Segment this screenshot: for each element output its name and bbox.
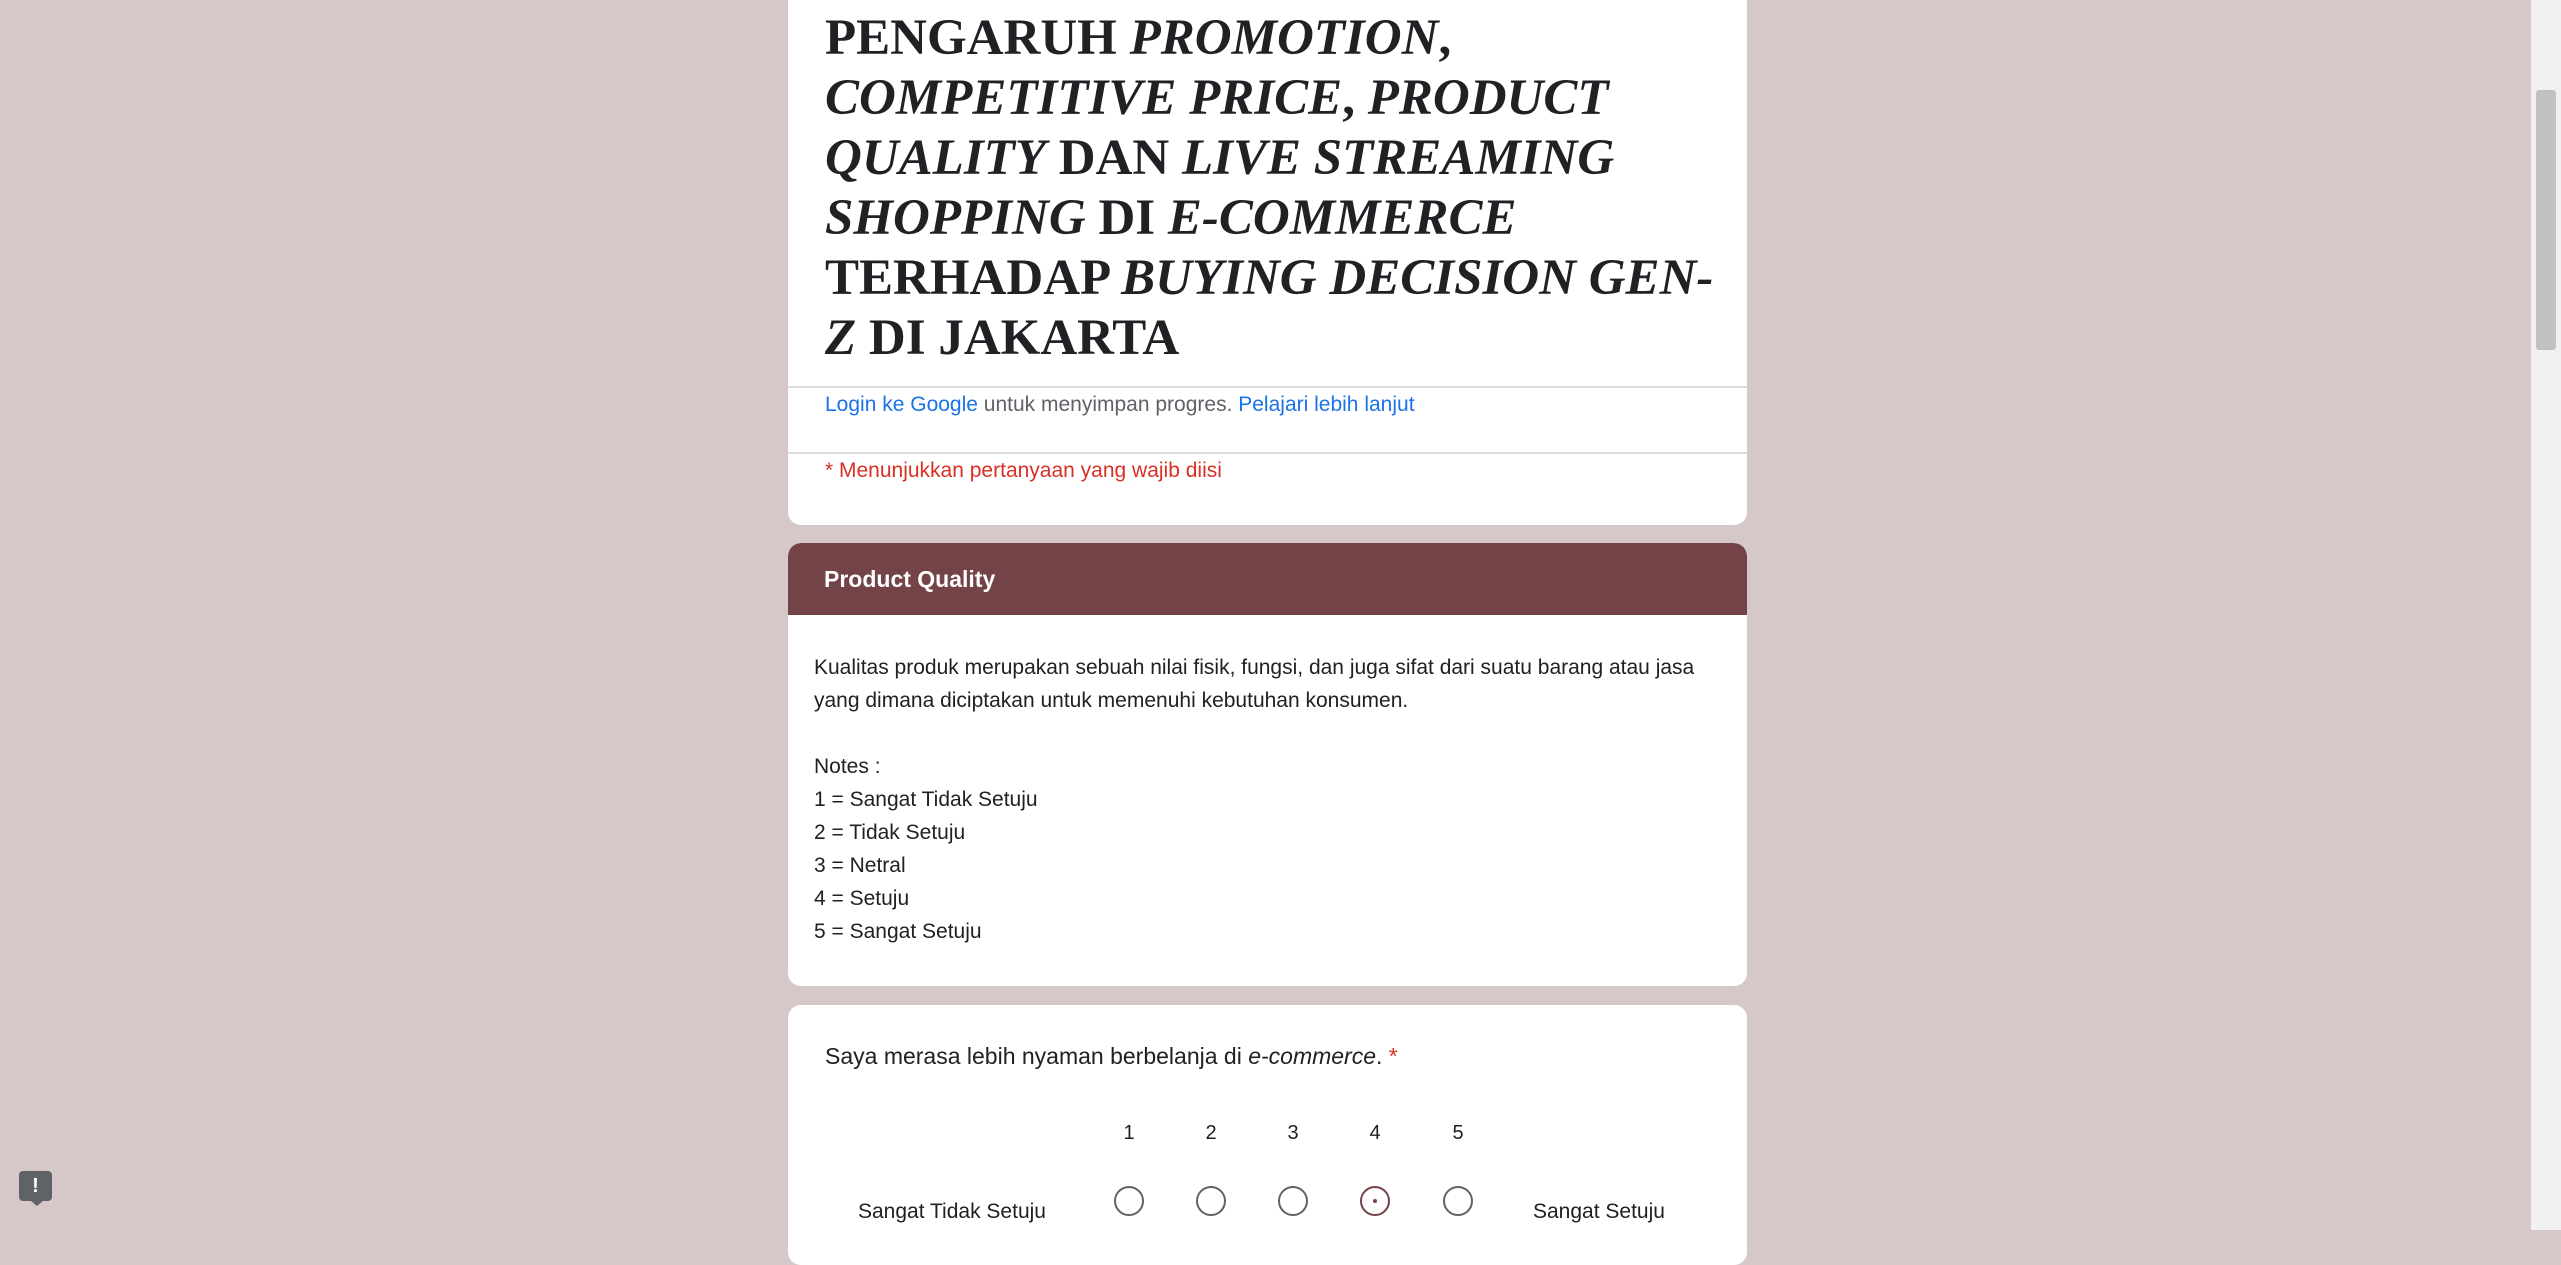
description-line: Notes : xyxy=(814,755,881,778)
description-line: Kualitas produk merupakan sebuah nilai f… xyxy=(814,656,1695,712)
required-note: * Menunjukkan pertanyaan yang wajib diis… xyxy=(825,459,1222,482)
radio-option-3[interactable] xyxy=(1278,1186,1308,1216)
form-title-part: DI xyxy=(1085,190,1168,246)
report-feedback-button[interactable]: ! xyxy=(19,1171,52,1206)
description-line: 1 = Sangat Tidak Setuju xyxy=(814,788,1038,811)
section-header: Product Quality xyxy=(788,543,1747,615)
scale-number-2: 2 xyxy=(1205,1122,1217,1144)
scale-number-1: 1 xyxy=(1123,1122,1135,1144)
question-title: Saya merasa lebih nyaman berbelanja di e… xyxy=(825,1041,1398,1071)
form-title-part: COMPETITIVE PRICE xyxy=(825,70,1343,126)
form-title-part: PROMOTION xyxy=(1129,10,1439,66)
radio-option-4[interactable] xyxy=(1360,1186,1390,1216)
description-line: 5 = Sangat Setuju xyxy=(814,920,982,943)
signin-text: untuk menyimpan progres. xyxy=(977,393,1239,416)
scale-number-4: 4 xyxy=(1369,1122,1381,1144)
scrollbar-thumb[interactable] xyxy=(2536,90,2556,350)
description-line: 2 = Tidak Setuju xyxy=(814,821,966,844)
signin-prompt: Login ke Google untuk menyimpan progres.… xyxy=(825,390,1415,420)
question-text-end: . xyxy=(1376,1043,1383,1069)
radio-option-2[interactable] xyxy=(1196,1186,1226,1216)
radio-option-1[interactable] xyxy=(1114,1186,1144,1216)
report-feedback-icon: ! xyxy=(32,1175,39,1197)
scale-high-label: Sangat Setuju xyxy=(1533,1200,1665,1223)
question-text: Saya merasa lebih nyaman berbelanja di xyxy=(825,1043,1249,1069)
section-description: Kualitas produk merupakan sebuah nilai f… xyxy=(814,651,1714,948)
divider xyxy=(788,452,1747,454)
section-card: Product Quality Kualitas produk merupaka… xyxy=(788,543,1747,986)
scale-number-5: 5 xyxy=(1452,1122,1464,1144)
login-google-link[interactable]: Login ke Google xyxy=(825,393,978,416)
description-blank-line xyxy=(814,717,1714,750)
question-card: Saya merasa lebih nyaman berbelanja di e… xyxy=(788,1005,1747,1265)
divider xyxy=(788,386,1747,388)
question-text-italic: e-commerce xyxy=(1248,1043,1377,1069)
description-line: 4 = Setuju xyxy=(814,887,910,910)
form-title-part: E-COMMERCE xyxy=(1167,190,1517,246)
form-title-part: , xyxy=(1342,70,1368,126)
description-line: 3 = Netral xyxy=(814,854,906,877)
form-header-card: PENGARUH PROMOTION, COMPETITIVE PRICE, P… xyxy=(788,0,1747,525)
form-title-part: DI JAKARTA xyxy=(856,310,1180,366)
scale-low-label: Sangat Tidak Setuju xyxy=(858,1200,1046,1223)
form-title-part: , xyxy=(1438,10,1464,66)
radio-option-5[interactable] xyxy=(1443,1186,1473,1216)
scale-number-3: 3 xyxy=(1287,1122,1299,1144)
form-title: PENGARUH PROMOTION, COMPETITIVE PRICE, P… xyxy=(825,8,1725,368)
form-title-part: DAN xyxy=(1045,130,1182,186)
scrollbar[interactable] xyxy=(2531,0,2561,1230)
section-title: Product Quality xyxy=(824,566,996,592)
form-title-part: PENGARUH xyxy=(825,10,1130,66)
learn-more-link[interactable]: Pelajari lebih lanjut xyxy=(1238,393,1414,416)
required-asterisk: * xyxy=(1388,1043,1398,1069)
